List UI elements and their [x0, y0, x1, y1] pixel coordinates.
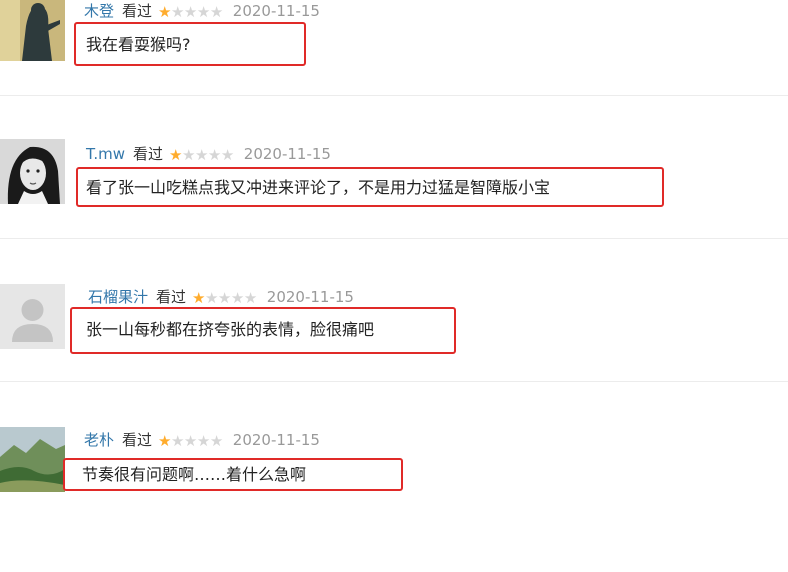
review-meta: T.mw 看过 ★★★★★ 2020-11-15	[86, 143, 331, 165]
comment-text: 张一山每秒都在挤夸张的表情，脸很痛吧	[86, 320, 375, 339]
divider	[0, 381, 788, 382]
star-empty-icon: ★★★★	[204, 289, 257, 307]
star-empty-icon: ★★★★	[170, 3, 223, 21]
username-link[interactable]: T.mw	[86, 145, 125, 163]
star-empty-icon: ★★★★	[170, 432, 223, 450]
star-filled-icon: ★	[158, 432, 171, 450]
review-meta: 石榴果汁 看过 ★★★★★ 2020-11-15	[88, 286, 354, 308]
star-empty-icon: ★★★★	[182, 146, 234, 164]
divider	[0, 238, 788, 239]
review-item: T.mw 看过 ★★★★★ 2020-11-15 看了张一山吃糕点我又冲进来评论了，不…	[0, 139, 788, 286]
review-item: 木登 看过 ★★★★★ 2020-11-15 我在看耍猴吗?	[0, 0, 788, 143]
avatar[interactable]	[0, 427, 65, 492]
review-meta: 木登 看过 ★★★★★ 2020-11-15	[84, 0, 320, 22]
comment-text: 节奏很有问题啊……着什么急啊	[82, 465, 307, 484]
rating-stars: ★★★★★	[169, 144, 234, 166]
silhouette-figure-avatar	[0, 0, 65, 61]
rating-stars: ★★★★★	[158, 430, 223, 452]
review-date: 2020-11-15	[243, 145, 331, 163]
watch-status: 看过	[156, 288, 187, 306]
review-date: 2020-11-15	[232, 431, 320, 449]
avatar[interactable]	[0, 139, 65, 204]
watch-status: 看过	[133, 145, 164, 163]
comment-text: 看了张一山吃糕点我又冲进来评论了，不是用力过猛是智障版小宝	[86, 178, 551, 197]
comment-text: 我在看耍猴吗?	[86, 35, 191, 54]
watch-status: 看过	[122, 2, 153, 20]
star-filled-icon: ★	[158, 3, 171, 21]
avatar[interactable]	[0, 284, 65, 349]
watch-status: 看过	[122, 431, 153, 449]
review-date: 2020-11-15	[232, 2, 320, 20]
review-item: 老朴 看过 ★★★★★ 2020-11-15 节奏很有问题啊……着什么急啊	[0, 427, 788, 572]
review-meta: 老朴 看过 ★★★★★ 2020-11-15	[84, 429, 320, 451]
divider	[0, 95, 788, 96]
avatar[interactable]	[0, 0, 65, 61]
rating-stars: ★★★★★	[158, 1, 223, 23]
rating-stars: ★★★★★	[192, 287, 257, 309]
default-user-avatar	[0, 284, 65, 349]
bw-portrait-avatar	[0, 139, 65, 204]
username-link[interactable]: 石榴果汁	[88, 288, 148, 306]
username-link[interactable]: 木登	[84, 2, 114, 20]
star-filled-icon: ★	[169, 146, 182, 164]
landscape-avatar	[0, 427, 65, 492]
username-link[interactable]: 老朴	[84, 431, 114, 449]
star-filled-icon: ★	[192, 289, 205, 307]
review-date: 2020-11-15	[266, 288, 354, 306]
review-item: 石榴果汁 看过 ★★★★★ 2020-11-15 张一山每秒都在挤夸张的表情，脸很痛吧	[0, 284, 788, 429]
